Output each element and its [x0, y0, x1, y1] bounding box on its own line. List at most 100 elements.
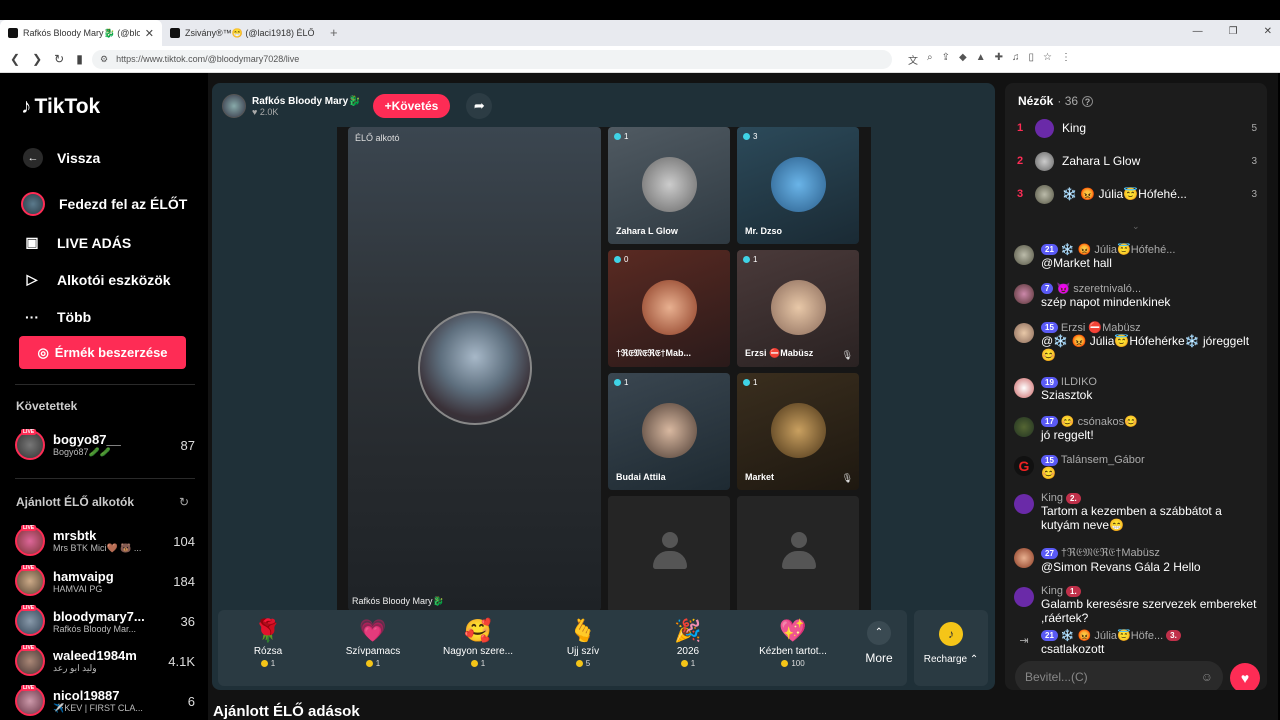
guest-tile[interactable]: 1 Budai Attila	[608, 373, 730, 490]
avatar[interactable]	[1014, 494, 1034, 514]
chat-username[interactable]: King	[1041, 585, 1063, 597]
avatar[interactable]	[1014, 378, 1034, 398]
guest-tile[interactable]: 3 Mr. Dzso	[737, 127, 859, 244]
chat-input[interactable]: Bevitel...(C) ☺	[1015, 661, 1223, 690]
rose-icon: 🌹	[254, 618, 282, 643]
gift-item[interactable]: 🎉 2026 1	[643, 616, 733, 668]
heart-icon: ♥	[252, 106, 260, 117]
recommended-account[interactable]: bloodymary7... Rafkós Bloody Mar... 36	[15, 604, 195, 638]
host-name[interactable]: Rafkós Bloody Mary🐉	[252, 96, 361, 107]
empty-seat[interactable]	[737, 496, 859, 613]
avatar[interactable]	[1014, 245, 1034, 265]
avatar[interactable]	[1014, 587, 1034, 607]
guest-avatar	[771, 280, 826, 335]
guest-tile[interactable]: 1 Erzsi ⛔Mabüsz 🎙	[737, 250, 859, 367]
tiktok-logo[interactable]: ♪ TikTok	[21, 95, 100, 119]
menu-creator-tools[interactable]: ▷ Alkotói eszközök	[21, 261, 201, 298]
chat-username[interactable]: King	[1041, 492, 1063, 504]
chat-username[interactable]: ❄️ 😡 Júlia😇Hófehé...	[1061, 243, 1175, 256]
reload-icon[interactable]: ↻	[54, 52, 64, 66]
recommended-account[interactable]: nicol19887 ✈️KEV | FIRST CLA... 6	[15, 684, 195, 718]
back-link[interactable]: ← Vissza	[21, 139, 201, 176]
share-page-icon[interactable]: ⇪	[942, 52, 950, 67]
recommended-account[interactable]: hamvaipg HAMVAI PG 184	[15, 564, 195, 598]
recharge-button[interactable]: ♪ Recharge ⌃	[914, 610, 988, 686]
more-gifts-button[interactable]: ⌃ More	[859, 621, 899, 665]
maximize-icon[interactable]: ❐	[1229, 26, 1238, 37]
puzzle-extension-icon[interactable]: ✚	[995, 52, 1003, 67]
tiktok-note-icon: ♪	[21, 95, 32, 118]
chat-username[interactable]: 😈 szeretnivaló...	[1056, 282, 1141, 295]
refresh-icon[interactable]: ↻	[179, 495, 189, 509]
coins-label: Érmék beszerzése	[54, 345, 168, 360]
recommended-account[interactable]: waleed1984m وليد ابو رعد 4.1K	[15, 644, 195, 678]
guest-avatar	[771, 403, 826, 458]
like-heart-button[interactable]: ♥	[1230, 663, 1260, 690]
gift-item[interactable]: 💗 Szívpamacs 1	[328, 616, 418, 668]
new-tab-plus-icon[interactable]: +	[330, 25, 338, 40]
share-icon[interactable]: ➦	[466, 93, 493, 119]
gift-item[interactable]: 🥰 Nagyon szere... 1	[433, 616, 523, 668]
back-arrow-icon[interactable]: ❮	[10, 52, 20, 66]
get-coins-button[interactable]: ◎ Érmék beszerzése	[19, 336, 186, 369]
star-icon[interactable]: ☆	[1043, 52, 1052, 67]
close-tab-icon[interactable]: ✕	[145, 27, 154, 40]
avatar[interactable]	[1014, 323, 1034, 343]
top-viewer[interactable]: 2 Zahara L Glow 3	[1017, 148, 1257, 174]
chat-username[interactable]: ILDIKO	[1061, 376, 1097, 388]
forward-arrow-icon[interactable]: ❯	[32, 52, 42, 66]
chevron-up-icon: ⌃	[867, 621, 891, 645]
emoji-icon[interactable]: ☺	[1201, 670, 1213, 684]
account-names: hamvaipg HAMVAI PG	[53, 569, 165, 594]
chat-username[interactable]: 😊 csónakos😊	[1061, 415, 1138, 428]
coin-icon	[470, 660, 478, 667]
zoom-icon[interactable]: ⌕	[927, 52, 933, 67]
translate-icon[interactable]: 文	[908, 52, 918, 67]
follow-button[interactable]: + Követés	[372, 94, 451, 118]
menu-live-studio[interactable]: ▣ LIVE ADÁS	[21, 224, 201, 261]
price-value: 1	[270, 659, 276, 668]
guest-tile[interactable]: 1 Zahara L Glow	[608, 127, 730, 244]
menu-more[interactable]: ··· Több	[21, 298, 201, 335]
sidebar-toggle-icon[interactable]: ▯	[1029, 52, 1035, 67]
chat-username[interactable]: Erzsi ⛔Mabüsz	[1061, 321, 1141, 334]
guest-tile[interactable]: 0 †ℜ𝔈𝔐𝔈ℜ𝔈†Mab...	[608, 250, 730, 367]
bookmark-icon[interactable]: ▮	[76, 52, 83, 66]
host-video-tile[interactable]: ÉLŐ alkotó Rafkós Bloody Mary🐉	[348, 127, 601, 611]
menu-explore-live[interactable]: Fedezd fel az ÉLŐT	[21, 184, 201, 224]
diamond-icon	[743, 256, 750, 263]
close-window-icon[interactable]: ✕	[1264, 26, 1272, 37]
shield-extension-icon[interactable]: ◆	[959, 52, 967, 67]
url-field[interactable]: ⚙ https://www.tiktok.com/@bloodymary7028…	[92, 49, 892, 69]
avatar	[1035, 184, 1054, 204]
avatar[interactable]	[1014, 284, 1034, 304]
chat-username[interactable]: ❄️ 😡 Júlia😇Höfe...	[1061, 629, 1163, 642]
avatar[interactable]	[1014, 417, 1034, 437]
gift-item[interactable]: 🫰 Ujj szív 5	[538, 616, 628, 668]
browser-tab-active[interactable]: Rafkós Bloody Mary🐉 (@blo ✕	[0, 20, 162, 46]
top-viewer[interactable]: 3 ❄️ 😡 Júlia😇Hófehé... 3	[1017, 181, 1257, 207]
chevron-down-icon[interactable]: ⌄	[1132, 221, 1140, 232]
menu-dots-icon[interactable]: ⋮	[1061, 52, 1071, 67]
top-black-strip	[0, 0, 1280, 20]
empty-seat[interactable]	[608, 496, 730, 613]
gift-item[interactable]: 💖 Kézben tartot... 100	[748, 616, 838, 668]
logo-text: TikTok	[34, 95, 101, 118]
top-viewer[interactable]: 1 King 5	[1017, 115, 1257, 141]
chat-username[interactable]: Talánsem_Gábor	[1061, 454, 1145, 466]
music-icon[interactable]: ♫	[1012, 52, 1020, 67]
site-settings-icon[interactable]: ⚙	[100, 54, 108, 65]
recommended-account[interactable]: mrsbtk Mrs BTK Mici🤎 🐻 ... 104	[15, 524, 195, 558]
guest-tile[interactable]: 1 Market 🎙	[737, 373, 859, 490]
triangle-extension-icon[interactable]: ▲	[976, 52, 986, 67]
minimize-icon[interactable]: —	[1193, 26, 1203, 37]
gift-item[interactable]: 🌹 Rózsa 1	[223, 616, 313, 668]
avatar[interactable]: G	[1014, 456, 1034, 476]
info-icon[interactable]: ?	[1082, 95, 1094, 107]
avatar[interactable]	[1014, 548, 1034, 568]
browser-tab[interactable]: Zsivány®™😁 (@laci1918) ÉLŐ adás	[162, 20, 324, 46]
account-names: bloodymary7... Rafkós Bloody Mar...	[53, 609, 173, 634]
followed-account[interactable]: bogyo87__ Bogyó87🥒🥒 87	[15, 428, 195, 462]
host-avatar[interactable]	[222, 94, 246, 118]
chat-username[interactable]: †ℜ𝔈𝔐𝔈ℜ𝔈†Mabüsz	[1061, 546, 1160, 560]
